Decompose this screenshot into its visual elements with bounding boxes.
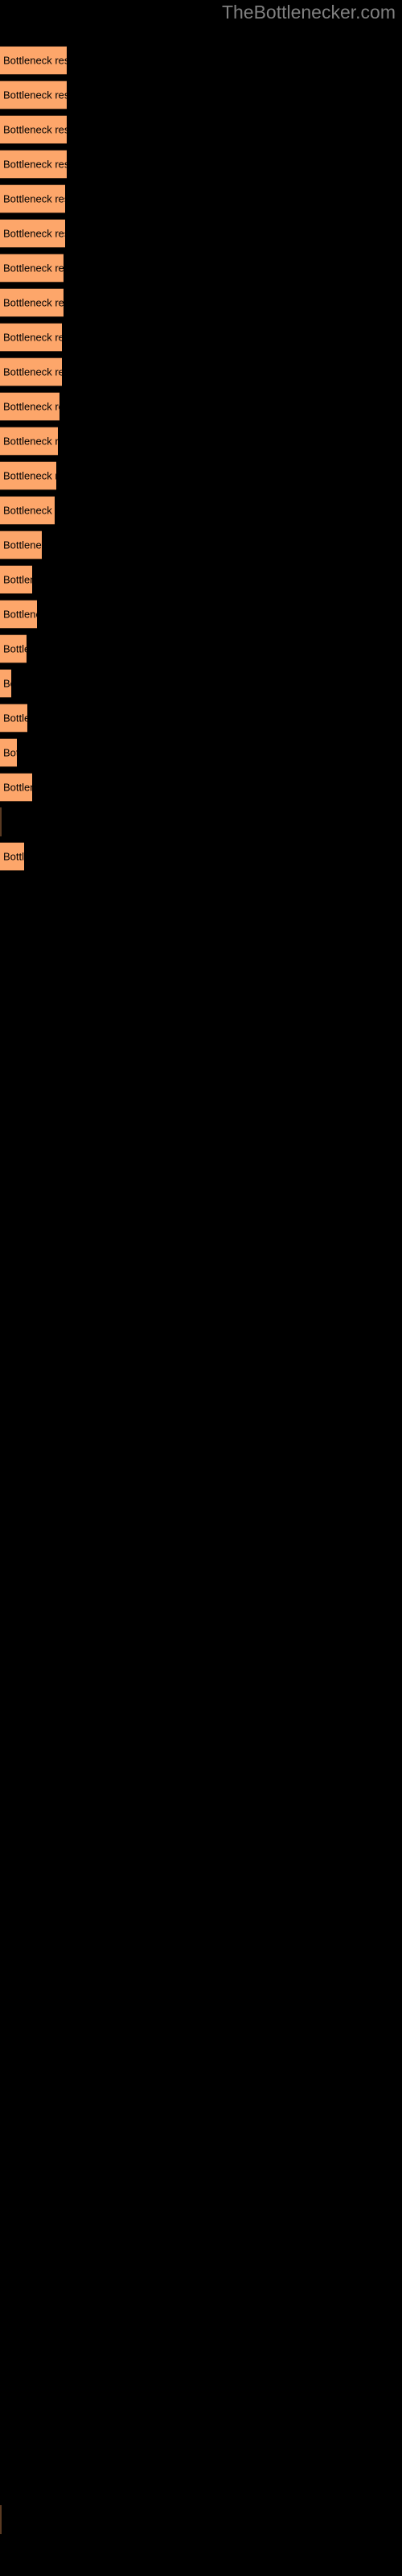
bar[interactable]: Bottleneck result xyxy=(0,288,64,317)
bar-row: Bottleneck result xyxy=(0,842,402,871)
bar[interactable]: Bottleneck result xyxy=(0,46,67,75)
bar-row: Bottleneck result xyxy=(0,150,402,179)
bar[interactable]: Bottleneck result xyxy=(0,427,58,456)
bar-row: Bottleneck result xyxy=(0,184,402,213)
bar[interactable]: Bottleneck result xyxy=(0,634,27,663)
bar-label: Bottleneck result xyxy=(3,642,27,655)
bar[interactable]: Bottleneck result xyxy=(0,115,67,144)
bar[interactable]: Bottleneck result xyxy=(0,323,62,352)
bar[interactable]: Bottleneck result xyxy=(0,150,67,179)
bar[interactable]: Bottleneck result xyxy=(0,807,2,836)
bar[interactable]: Bottleneck result xyxy=(0,2505,2,2534)
bar[interactable]: Bottleneck result xyxy=(0,357,62,386)
bar-label: Bottleneck result xyxy=(3,573,32,586)
bar-row: Bottleneck result xyxy=(0,634,402,663)
bar-label: Bottleneck result xyxy=(3,262,64,275)
bar-label: Bottleneck result xyxy=(3,469,56,482)
bar-row: Bottleneck result xyxy=(0,392,402,421)
bar[interactable]: Bottleneck result xyxy=(0,704,27,733)
bar-row: Bottleneck result xyxy=(0,2505,402,2534)
bar-label: Bottleneck result xyxy=(3,89,67,101)
bar-row: Bottleneck result xyxy=(0,704,402,733)
bar-row: Bottleneck result xyxy=(0,288,402,317)
bar-label: Bottleneck result xyxy=(3,677,11,690)
bar[interactable]: Bottleneck result xyxy=(0,600,37,629)
bar-label: Bottleneck result xyxy=(3,54,67,67)
bar[interactable]: Bottleneck result xyxy=(0,669,11,698)
bar-label: Bottleneck result xyxy=(3,123,67,136)
bar-label: Bottleneck result xyxy=(3,435,58,448)
bar-row: Bottleneck result xyxy=(0,496,402,525)
bar-label: Bottleneck result xyxy=(3,158,67,171)
bar[interactable]: Bottleneck result xyxy=(0,496,55,525)
bar-row: Bottleneck result xyxy=(0,115,402,144)
bar-row: Bottleneck result xyxy=(0,461,402,490)
bar[interactable]: Bottleneck result xyxy=(0,80,67,109)
bar-label: Bottleneck result xyxy=(3,365,62,378)
bottleneck-bar-chart: Bottleneck result Bottleneck result Bottle… xyxy=(0,0,402,2576)
bar[interactable]: Bottleneck result xyxy=(0,461,56,490)
bar[interactable]: Bottleneck result xyxy=(0,219,65,248)
bar-label: Bottleneck result xyxy=(3,712,27,724)
bar-row: Bottleneck result xyxy=(0,427,402,456)
bar-row: Bottleneck result xyxy=(0,669,402,698)
bar-row: Bottleneck result xyxy=(0,357,402,386)
bar-row: Bottleneck result xyxy=(0,254,402,283)
bar-row: Bottleneck result xyxy=(0,565,402,594)
bar-label: Bottleneck result xyxy=(3,331,62,344)
bar[interactable]: Bottleneck result xyxy=(0,738,17,767)
bar-row: Bottleneck result xyxy=(0,219,402,248)
bar-row: Bottleneck result xyxy=(0,773,402,802)
bar-label: Bottleneck result xyxy=(3,608,37,621)
bar-label: Bottleneck result xyxy=(3,227,65,240)
bar-label: Bottleneck result xyxy=(3,850,24,863)
bar-label: Bottleneck result xyxy=(3,400,59,413)
bar[interactable]: Bottleneck result xyxy=(0,392,59,421)
bar-row: Bottleneck result xyxy=(0,600,402,629)
bar-row: Bottleneck result xyxy=(0,323,402,352)
bar[interactable]: Bottleneck result xyxy=(0,530,42,559)
bar-row: Bottleneck result xyxy=(0,46,402,75)
bar-label: Bottleneck result xyxy=(3,504,55,517)
bar-row: Bottleneck result xyxy=(0,530,402,559)
bar-label: Bottleneck result xyxy=(3,192,65,205)
bar-row: Bottleneck result xyxy=(0,807,402,836)
bar[interactable]: Bottleneck result xyxy=(0,773,32,802)
bar-label: Bottleneck result xyxy=(3,781,32,794)
bar[interactable]: Bottleneck result xyxy=(0,184,65,213)
bar-row: Bottleneck result xyxy=(0,80,402,109)
bar[interactable]: Bottleneck result xyxy=(0,842,24,871)
bar-label: Bottleneck result xyxy=(3,296,64,309)
bar[interactable]: Bottleneck result xyxy=(0,254,64,283)
bar-row: Bottleneck result xyxy=(0,738,402,767)
bar-label: Bottleneck result xyxy=(3,746,17,759)
bar[interactable]: Bottleneck result xyxy=(0,565,32,594)
bar-label: Bottleneck result xyxy=(3,539,42,551)
